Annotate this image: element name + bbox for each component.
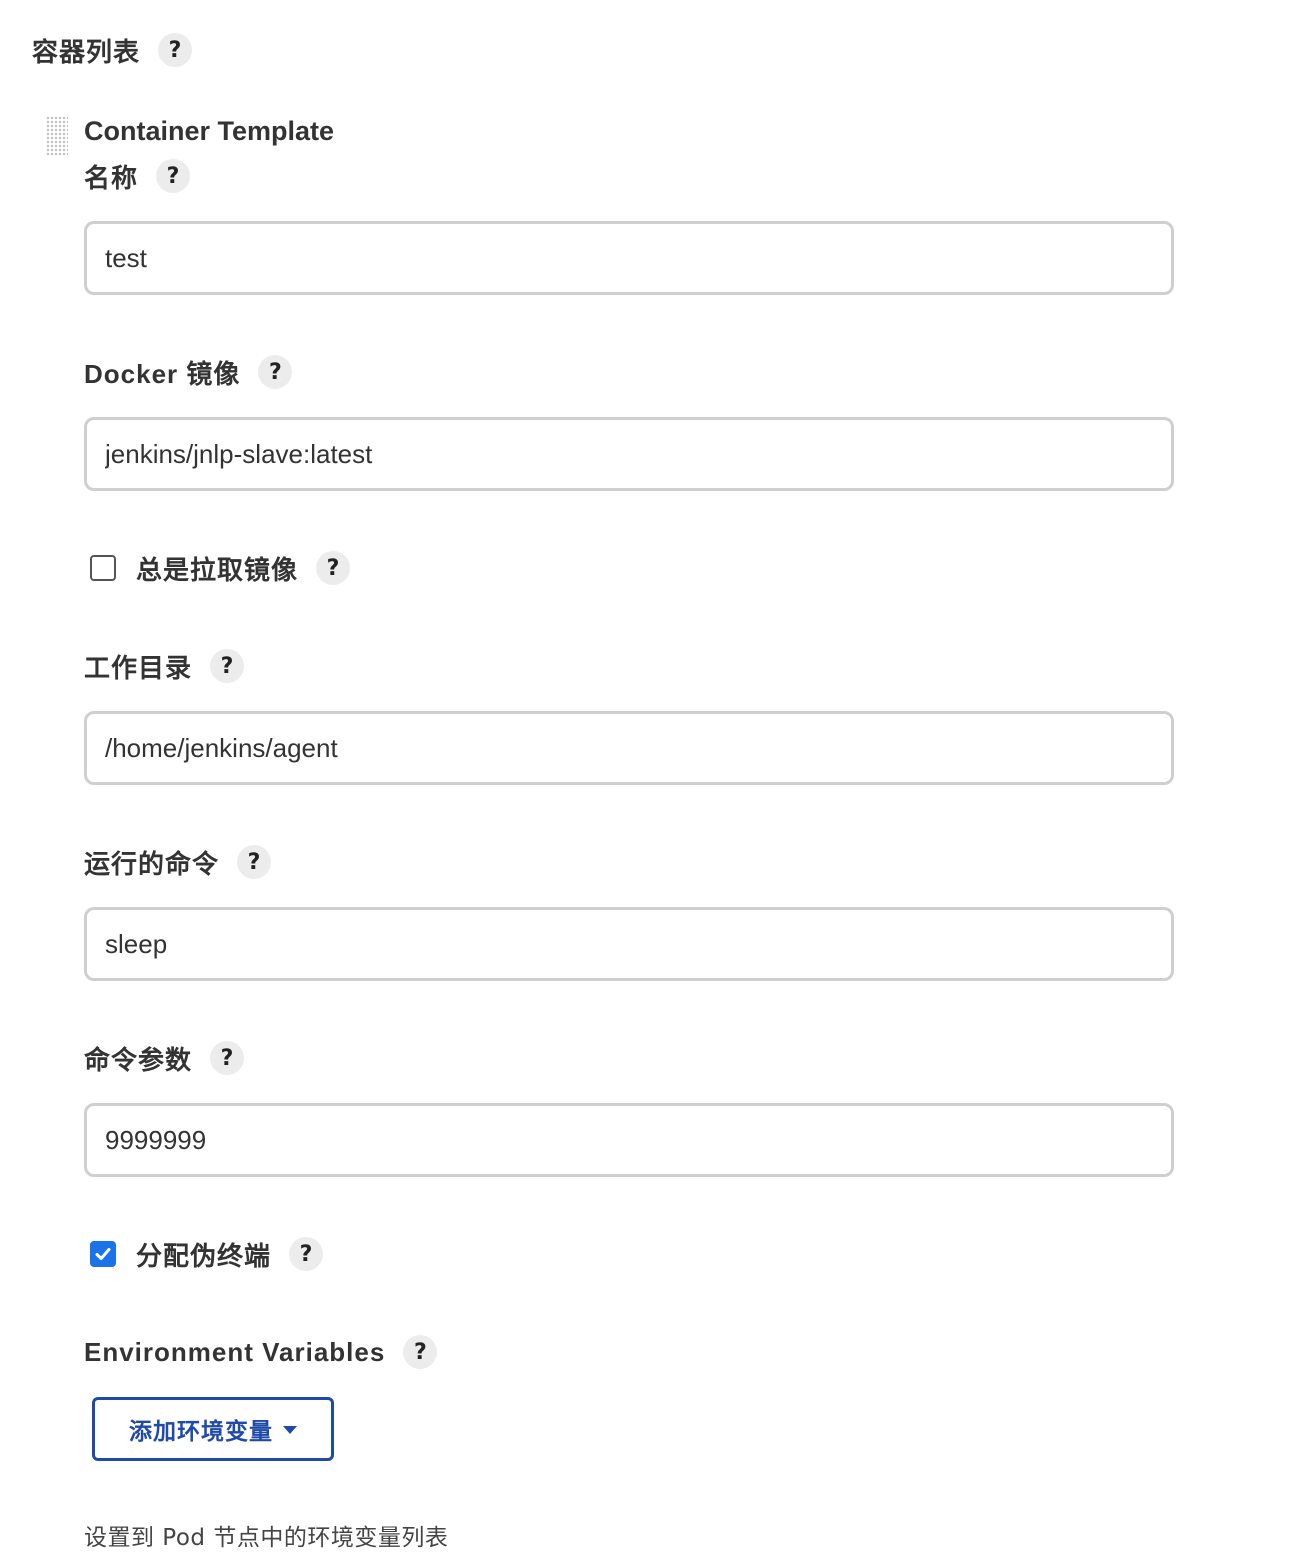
always-pull-row: 总是拉取镜像 ? [90, 548, 351, 588]
working-dir-label: 工作目录 [84, 652, 193, 683]
help-icon[interactable]: ? [289, 1237, 324, 1271]
working-dir-label-row: 工作目录 ? [84, 646, 245, 686]
always-pull-checkbox[interactable] [90, 555, 116, 581]
add-env-var-button[interactable]: 添加环境变量 [92, 1397, 334, 1461]
always-pull-label: 总是拉取镜像 [136, 555, 299, 586]
args-input[interactable] [84, 1103, 1174, 1177]
help-icon[interactable]: ? [237, 845, 272, 879]
docker-image-label: Docker 镜像 [84, 358, 241, 389]
help-icon[interactable]: ? [156, 159, 191, 193]
help-icon[interactable]: ? [403, 1335, 438, 1369]
help-icon[interactable]: ? [158, 33, 193, 67]
env-label-row: Environment Variables ? [84, 1332, 438, 1372]
env-description: 设置到 Pod 节点中的环境变量列表 [84, 1525, 449, 1551]
drag-handle-icon[interactable] [46, 116, 68, 156]
caret-down-icon [283, 1426, 297, 1434]
section-header: 容器列表 ? [32, 30, 193, 70]
check-icon [95, 1248, 111, 1260]
add-env-var-label: 添加环境变量 [129, 1419, 273, 1445]
working-dir-input[interactable] [84, 711, 1174, 785]
name-label-row: 名称 ? [84, 156, 191, 196]
help-icon[interactable]: ? [210, 1041, 245, 1075]
tty-label: 分配伪终端 [136, 1241, 272, 1272]
args-label-row: 命令参数 ? [84, 1038, 245, 1078]
docker-image-label-row: Docker 镜像 ? [84, 352, 293, 392]
section-title: 容器列表 [32, 37, 141, 68]
help-icon[interactable]: ? [258, 355, 293, 389]
env-label: Environment Variables [84, 1336, 386, 1367]
command-label-row: 运行的命令 ? [84, 842, 272, 882]
command-input[interactable] [84, 907, 1174, 981]
template-title: Container Template [84, 116, 335, 146]
help-icon[interactable]: ? [316, 551, 351, 585]
tty-row: 分配伪终端 ? [90, 1234, 324, 1274]
name-label: 名称 [84, 162, 139, 193]
tty-checkbox[interactable] [90, 1241, 116, 1267]
docker-image-input[interactable] [84, 417, 1174, 491]
name-input[interactable] [84, 221, 1174, 295]
command-label: 运行的命令 [84, 848, 220, 879]
args-label: 命令参数 [84, 1044, 193, 1075]
help-icon[interactable]: ? [210, 649, 245, 683]
